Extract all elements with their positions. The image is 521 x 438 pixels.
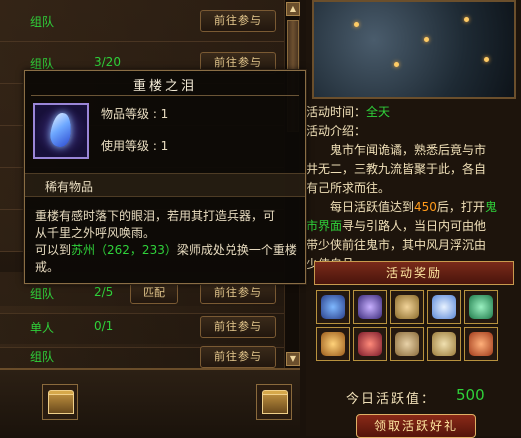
chest-bar <box>0 368 300 438</box>
rarity-label: 稀有物品 <box>45 180 94 194</box>
guide-line: 寻与引路人，当日内可由他 <box>342 219 487 233</box>
intro-line: 有己所求而往。 <box>306 181 391 195</box>
item-tooltip: 重楼之泪 物品等级 : 1 使用等级 : 1 稀有物品 重楼有感时落下的眼泪，若… <box>24 70 306 284</box>
list-row[interactable]: 组队 前往参与 <box>0 0 296 42</box>
reward-item-slot[interactable] <box>427 327 461 361</box>
reward-item-slot[interactable] <box>316 290 350 324</box>
reward-item-slot[interactable] <box>390 290 424 324</box>
row-mode: 单人 <box>30 321 55 335</box>
reward-header: 活动奖励 <box>314 261 514 285</box>
ghost-market-ui-link[interactable]: 市界面 <box>306 219 342 233</box>
row-count: 0/1 <box>94 319 114 333</box>
guide-line: 带少侠前往鬼市，其中风月浮沉由 <box>306 238 487 252</box>
ghost-market-scene-image <box>312 0 516 99</box>
intro-line: 鬼市乍闻诡谲，熟悉后竟与市 <box>330 143 487 157</box>
description-line: 戒。 <box>35 260 60 274</box>
time-label: 活动时间： <box>306 105 367 119</box>
row-mode: 组队 <box>30 15 55 29</box>
item-name: 重楼之泪 <box>132 79 197 94</box>
description-line: 重楼有感时落下的眼泪，若用其打造兵器，可 <box>35 209 276 223</box>
ghost-market-link[interactable]: 鬼 <box>485 200 497 214</box>
claim-activity-reward-button[interactable]: 领取活跃好礼 <box>356 414 476 438</box>
coordinate-link[interactable]: （262，233） <box>95 243 177 257</box>
use-level: 使用等级 : 1 <box>101 139 169 153</box>
scroll-up-icon[interactable]: ▲ <box>286 2 300 16</box>
tear-gem-icon <box>33 103 89 159</box>
description-suffix: 梁师成处兑换一个重楼 <box>176 243 297 257</box>
divider <box>31 95 299 96</box>
activity-line-prefix: 每日活跃值达到 <box>330 200 415 214</box>
go-participate-button[interactable]: 前往参与 <box>200 346 276 368</box>
reward-item-slot[interactable] <box>316 327 350 361</box>
reward-item-slot[interactable] <box>464 290 498 324</box>
treasure-chest-icon[interactable] <box>42 384 78 420</box>
activity-detail-panel: 活动时间：全天 活动介绍： 鬼市乍闻诡谲，熟悉后竟与市 井无二，三教九流皆聚于此… <box>306 0 521 438</box>
description-prefix: 可以到 <box>35 243 72 257</box>
go-participate-button[interactable]: 前往参与 <box>200 316 276 338</box>
location-link[interactable]: 苏州 <box>71 243 95 257</box>
scroll-down-icon[interactable]: ▼ <box>286 352 300 366</box>
list-row[interactable]: 单人 0/1 前往参与 <box>0 306 296 348</box>
activity-line-suffix: 后，打开 <box>436 200 485 214</box>
reward-item-slot[interactable] <box>353 327 387 361</box>
intro-label: 活动介绍： <box>306 124 367 138</box>
list-row[interactable]: 组队 前往参与 <box>0 344 296 369</box>
reward-item-slot[interactable] <box>353 290 387 324</box>
row-mode: 组队 <box>30 287 55 301</box>
reward-item-slot[interactable] <box>464 327 498 361</box>
reward-item-slot[interactable] <box>427 290 461 324</box>
item-level: 物品等级 : 1 <box>101 107 169 121</box>
today-activity-value: 500 <box>456 386 485 404</box>
row-mode: 组队 <box>30 350 55 364</box>
description-line: 从千里之外呼风唤雨。 <box>35 226 156 240</box>
reward-item-slot[interactable] <box>390 327 424 361</box>
go-participate-button[interactable]: 前往参与 <box>200 282 276 304</box>
time-value: 全天 <box>366 105 391 119</box>
go-participate-button[interactable]: 前往参与 <box>200 10 276 32</box>
treasure-chest-icon[interactable] <box>256 384 292 420</box>
match-button[interactable]: 匹配 <box>130 282 178 304</box>
row-count: 2/5 <box>94 285 114 299</box>
row-count: 3/20 <box>94 55 121 69</box>
today-activity-label: 今日活跃值： <box>346 392 437 407</box>
intro-line: 井无二，三教九流皆聚于此，各自 <box>306 162 487 176</box>
activity-threshold: 450 <box>414 200 437 214</box>
rarity-bar: 稀有物品 <box>25 173 305 197</box>
